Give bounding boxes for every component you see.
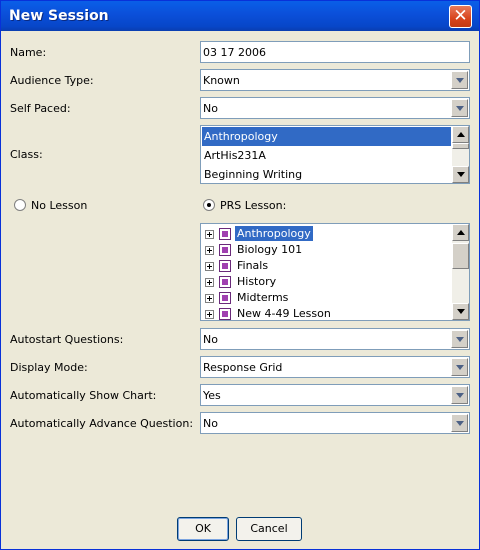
display-mode-dropdown-button[interactable] bbox=[451, 358, 468, 376]
autostart-questions-dropdown-button[interactable] bbox=[451, 330, 468, 348]
display-mode-select[interactable]: Response Grid bbox=[200, 356, 470, 378]
tree-item-label: Biology 101 bbox=[237, 243, 303, 256]
no-lesson-radio[interactable] bbox=[14, 199, 26, 211]
tree-item-label: Finals bbox=[237, 259, 269, 272]
self-paced-select[interactable]: No bbox=[200, 97, 470, 119]
expand-icon[interactable] bbox=[205, 310, 214, 319]
chevron-down-icon bbox=[457, 172, 465, 177]
auto-advance-question-dropdown-button[interactable] bbox=[451, 414, 468, 432]
auto-show-chart-label: Automatically Show Chart: bbox=[10, 389, 157, 402]
lesson-tree[interactable]: Anthropology Biology 101 Finals History bbox=[200, 223, 470, 321]
close-icon: ✕ bbox=[453, 6, 468, 26]
lesson-scroll-down-button[interactable] bbox=[452, 303, 469, 320]
name-field[interactable]: 03 17 2006 bbox=[200, 41, 470, 63]
expand-icon[interactable] bbox=[205, 230, 214, 239]
self-paced-label: Self Paced: bbox=[10, 102, 71, 115]
class-item-anthropology[interactable]: Anthropology bbox=[202, 127, 451, 146]
name-label: Name: bbox=[10, 46, 47, 59]
class-item-beginning-writing[interactable]: Beginning Writing bbox=[202, 165, 451, 183]
close-button[interactable]: ✕ bbox=[449, 5, 472, 28]
lesson-scroll-up-button[interactable] bbox=[452, 224, 469, 241]
chevron-down-icon bbox=[456, 337, 464, 342]
chevron-down-icon bbox=[456, 393, 464, 398]
window-title: New Session bbox=[9, 8, 109, 24]
new-session-dialog: New Session ✕ Name: 03 17 2006 Audience … bbox=[0, 0, 480, 550]
no-lesson-label[interactable]: No Lesson bbox=[31, 199, 87, 212]
class-scrollbar[interactable] bbox=[452, 126, 469, 183]
autostart-questions-select[interactable]: No bbox=[200, 328, 470, 350]
prs-lesson-label[interactable]: PRS Lesson: bbox=[220, 199, 286, 212]
chevron-up-icon bbox=[457, 230, 465, 235]
chevron-down-icon bbox=[456, 78, 464, 83]
chevron-down-icon bbox=[456, 365, 464, 370]
display-mode-label: Display Mode: bbox=[10, 361, 88, 374]
cancel-button[interactable]: Cancel bbox=[236, 517, 302, 541]
expand-icon[interactable] bbox=[205, 294, 214, 303]
tree-item-label: History bbox=[237, 275, 277, 288]
lesson-icon bbox=[219, 244, 231, 256]
auto-show-chart-dropdown-button[interactable] bbox=[451, 386, 468, 404]
audience-type-dropdown-button[interactable] bbox=[451, 71, 468, 89]
autostart-questions-value: No bbox=[203, 333, 218, 346]
audience-type-value: Known bbox=[203, 74, 240, 87]
tree-item-label: Anthropology bbox=[235, 226, 313, 241]
class-scroll-thumb[interactable] bbox=[452, 143, 469, 149]
autostart-questions-label: Autostart Questions: bbox=[10, 333, 124, 346]
expand-icon[interactable] bbox=[205, 262, 214, 271]
class-scroll-down-button[interactable] bbox=[452, 166, 469, 183]
auto-show-chart-select[interactable]: Yes bbox=[200, 384, 470, 406]
chevron-down-icon bbox=[456, 106, 464, 111]
auto-advance-question-value: No bbox=[203, 417, 218, 430]
lesson-icon bbox=[219, 260, 231, 272]
class-label: Class: bbox=[10, 148, 43, 161]
lesson-tree-scrollbar[interactable] bbox=[452, 224, 469, 320]
chevron-down-icon bbox=[457, 309, 465, 314]
class-listbox[interactable]: Anthropology ArtHis231A Beginning Writin… bbox=[200, 125, 470, 184]
tree-item-label: Midterms bbox=[237, 291, 289, 304]
lesson-icon bbox=[219, 276, 231, 288]
audience-type-label: Audience Type: bbox=[10, 74, 94, 87]
audience-type-select[interactable]: Known bbox=[200, 69, 470, 91]
class-scroll-up-button[interactable] bbox=[452, 126, 469, 143]
lesson-icon bbox=[219, 308, 231, 320]
expand-icon[interactable] bbox=[205, 278, 214, 287]
chevron-up-icon bbox=[457, 132, 465, 137]
radio-selected-dot bbox=[207, 203, 211, 207]
class-item-arthis231a[interactable]: ArtHis231A bbox=[202, 146, 451, 165]
display-mode-value: Response Grid bbox=[203, 361, 283, 374]
chevron-down-icon bbox=[456, 421, 464, 426]
self-paced-dropdown-button[interactable] bbox=[451, 99, 468, 117]
name-value: 03 17 2006 bbox=[203, 46, 266, 59]
auto-show-chart-value: Yes bbox=[203, 389, 221, 402]
title-bar[interactable]: New Session ✕ bbox=[1, 1, 479, 31]
expand-icon[interactable] bbox=[205, 246, 214, 255]
prs-lesson-radio[interactable] bbox=[203, 199, 215, 211]
tree-item-label: New 4-49 Lesson bbox=[237, 307, 331, 320]
lesson-icon bbox=[219, 292, 231, 304]
self-paced-value: No bbox=[203, 102, 218, 115]
ok-button[interactable]: OK bbox=[177, 517, 229, 541]
lesson-icon bbox=[219, 228, 231, 240]
auto-advance-question-select[interactable]: No bbox=[200, 412, 470, 434]
lesson-scroll-thumb[interactable] bbox=[452, 243, 469, 269]
dialog-body: Name: 03 17 2006 Audience Type: Known Se… bbox=[4, 31, 476, 547]
auto-advance-question-label: Automatically Advance Question: bbox=[10, 417, 194, 430]
